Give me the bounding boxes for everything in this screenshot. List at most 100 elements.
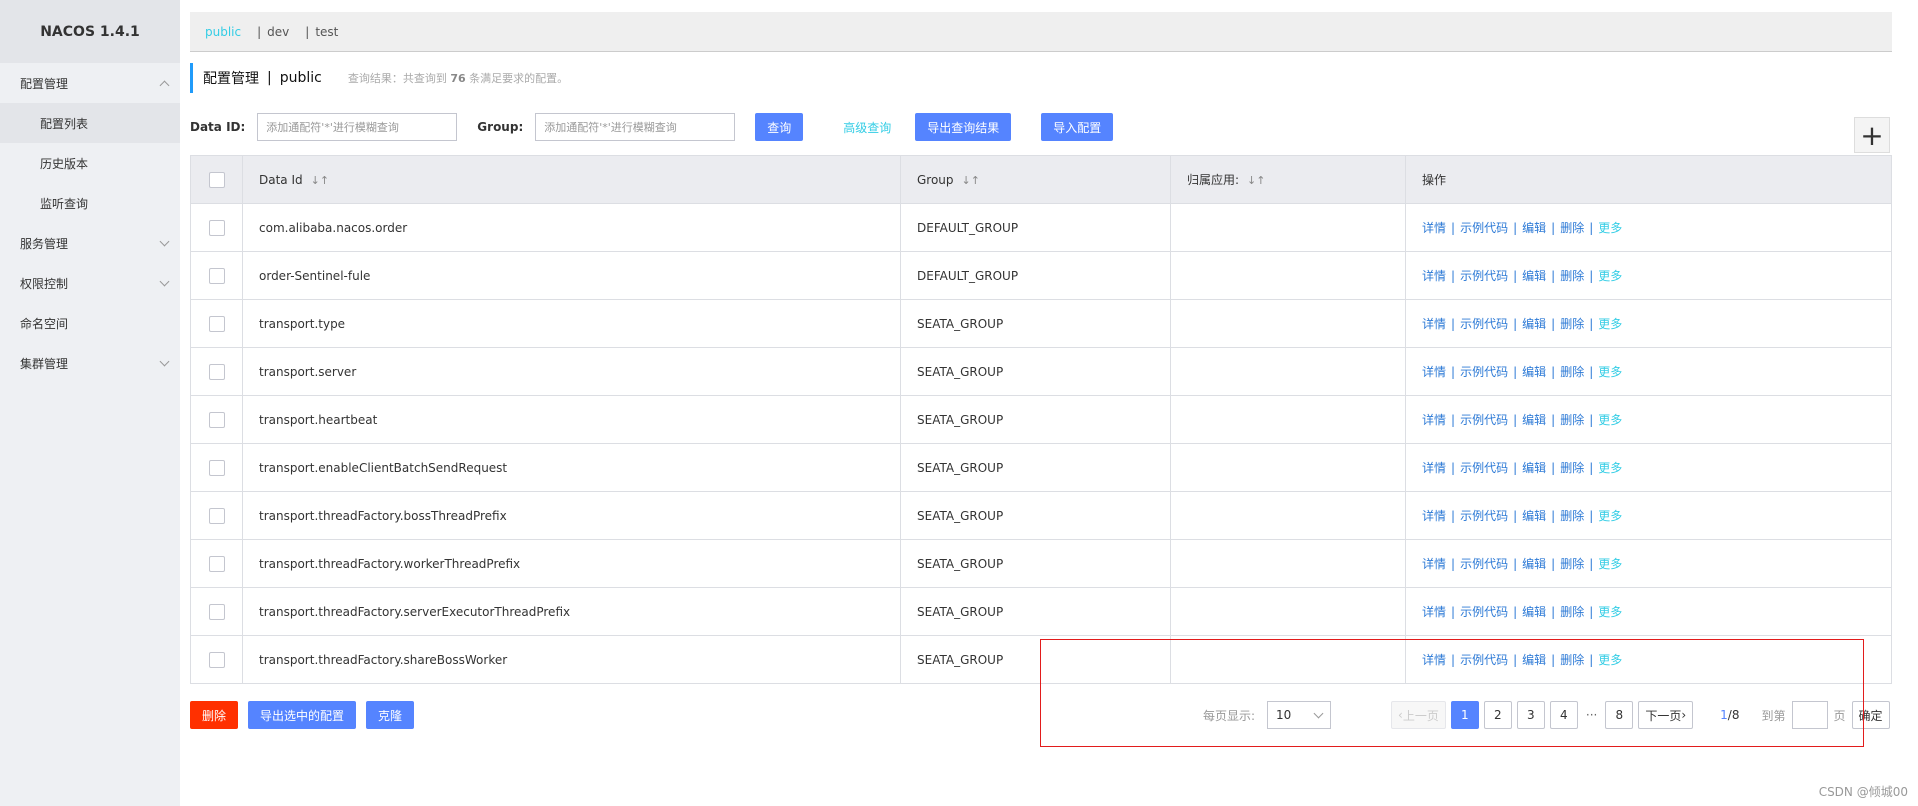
sidebar-item-history[interactable]: 历史版本 bbox=[0, 143, 180, 183]
op-separator: | bbox=[1551, 605, 1556, 619]
sample-link[interactable]: 示例代码 bbox=[1460, 269, 1508, 283]
row-checkbox[interactable] bbox=[209, 507, 225, 524]
clone-button[interactable]: 克隆 bbox=[366, 701, 415, 729]
page-button[interactable]: 1 bbox=[1450, 701, 1479, 729]
page-button[interactable]: 4 bbox=[1549, 701, 1578, 729]
more-link[interactable]: 更多 bbox=[1598, 269, 1622, 283]
more-link[interactable]: 更多 bbox=[1598, 509, 1622, 523]
sidebar-item-namespace[interactable]: 命名空间 bbox=[0, 303, 180, 343]
sidebar-item-service-management[interactable]: 服务管理 bbox=[0, 223, 180, 263]
sample-link[interactable]: 示例代码 bbox=[1460, 509, 1508, 523]
sort-icon[interactable]: ↓↑ bbox=[962, 174, 980, 187]
delete-link[interactable]: 删除 bbox=[1560, 509, 1584, 523]
dataid-search-input[interactable]: 添加通配符'*'进行模糊查询 bbox=[257, 113, 458, 141]
more-link[interactable]: 更多 bbox=[1598, 365, 1622, 379]
edit-link[interactable]: 编辑 bbox=[1522, 221, 1546, 235]
row-checkbox[interactable] bbox=[209, 459, 225, 476]
detail-link[interactable]: 详情 bbox=[1422, 269, 1446, 283]
detail-link[interactable]: 详情 bbox=[1422, 653, 1446, 667]
edit-link[interactable]: 编辑 bbox=[1522, 461, 1546, 475]
edit-link[interactable]: 编辑 bbox=[1522, 317, 1546, 331]
column-header-app[interactable]: 归属应用: ↓↑ bbox=[1170, 155, 1406, 204]
row-checkbox[interactable] bbox=[209, 555, 225, 572]
sample-link[interactable]: 示例代码 bbox=[1460, 653, 1508, 667]
sort-icon[interactable]: ↓↑ bbox=[1247, 174, 1265, 187]
sample-link[interactable]: 示例代码 bbox=[1460, 557, 1508, 571]
more-link[interactable]: 更多 bbox=[1598, 221, 1622, 235]
more-link[interactable]: 更多 bbox=[1598, 605, 1622, 619]
sidebar-item-config-list[interactable]: 配置列表 bbox=[0, 103, 180, 143]
next-page-button[interactable]: 下一页 › bbox=[1638, 701, 1694, 729]
sidebar-item-listener-query[interactable]: 监听查询 bbox=[0, 183, 180, 223]
row-checkbox[interactable] bbox=[209, 219, 225, 236]
plus-icon[interactable]: + bbox=[1854, 117, 1890, 153]
more-link[interactable]: 更多 bbox=[1598, 317, 1622, 331]
namespace-tab-dev[interactable]: dev bbox=[267, 25, 289, 39]
more-link[interactable]: 更多 bbox=[1598, 461, 1622, 475]
delete-link[interactable]: 删除 bbox=[1560, 365, 1584, 379]
sample-link[interactable]: 示例代码 bbox=[1460, 461, 1508, 475]
group-search-input[interactable]: 添加通配符'*'进行模糊查询 bbox=[535, 113, 736, 141]
delete-link[interactable]: 删除 bbox=[1560, 221, 1584, 235]
edit-link[interactable]: 编辑 bbox=[1522, 413, 1546, 427]
sort-icon[interactable]: ↓↑ bbox=[311, 174, 329, 187]
column-header-dataid[interactable]: Data Id ↓↑ bbox=[242, 155, 901, 204]
detail-link[interactable]: 详情 bbox=[1422, 317, 1446, 331]
delete-link[interactable]: 删除 bbox=[1560, 413, 1584, 427]
query-button[interactable]: 查询 bbox=[755, 113, 804, 141]
advanced-query-link[interactable]: 高级查询 bbox=[843, 119, 891, 136]
delete-selected-button[interactable]: 删除 bbox=[190, 701, 239, 729]
sidebar-item-access-control[interactable]: 权限控制 bbox=[0, 263, 180, 303]
more-link[interactable]: 更多 bbox=[1598, 557, 1622, 571]
select-all-checkbox[interactable] bbox=[209, 171, 225, 188]
row-checkbox[interactable] bbox=[209, 363, 225, 380]
detail-link[interactable]: 详情 bbox=[1422, 221, 1446, 235]
row-checkbox[interactable] bbox=[209, 267, 225, 284]
sample-link[interactable]: 示例代码 bbox=[1460, 221, 1508, 235]
page-size-select[interactable]: 10 bbox=[1267, 701, 1332, 729]
jump-page-input[interactable] bbox=[1791, 701, 1828, 729]
namespace-tab-test[interactable]: test bbox=[315, 25, 338, 39]
prev-page-button[interactable]: ‹ 上一页 bbox=[1391, 701, 1446, 729]
delete-link[interactable]: 删除 bbox=[1560, 605, 1584, 619]
row-checkbox[interactable] bbox=[209, 603, 225, 620]
edit-link[interactable]: 编辑 bbox=[1522, 605, 1546, 619]
more-link[interactable]: 更多 bbox=[1598, 653, 1622, 667]
edit-link[interactable]: 编辑 bbox=[1522, 653, 1546, 667]
delete-link[interactable]: 删除 bbox=[1560, 317, 1584, 331]
delete-link[interactable]: 删除 bbox=[1560, 461, 1584, 475]
sample-link[interactable]: 示例代码 bbox=[1460, 365, 1508, 379]
row-checkbox[interactable] bbox=[209, 651, 225, 668]
export-query-results-button[interactable]: 导出查询结果 bbox=[915, 113, 1012, 141]
detail-link[interactable]: 详情 bbox=[1422, 365, 1446, 379]
import-config-button[interactable]: 导入配置 bbox=[1041, 113, 1114, 141]
column-header-group[interactable]: Group ↓↑ bbox=[900, 155, 1171, 204]
row-checkbox[interactable] bbox=[209, 315, 225, 332]
jump-confirm-button[interactable]: 确定 bbox=[1851, 701, 1890, 729]
detail-link[interactable]: 详情 bbox=[1422, 509, 1446, 523]
more-link[interactable]: 更多 bbox=[1598, 413, 1622, 427]
op-separator: | bbox=[1451, 413, 1456, 427]
edit-link[interactable]: 编辑 bbox=[1522, 557, 1546, 571]
sample-link[interactable]: 示例代码 bbox=[1460, 413, 1508, 427]
edit-link[interactable]: 编辑 bbox=[1522, 509, 1546, 523]
edit-link[interactable]: 编辑 bbox=[1522, 269, 1546, 283]
delete-link[interactable]: 删除 bbox=[1560, 557, 1584, 571]
sample-link[interactable]: 示例代码 bbox=[1460, 317, 1508, 331]
sidebar-item-cluster-management[interactable]: 集群管理 bbox=[0, 343, 180, 383]
page-button[interactable]: 3 bbox=[1516, 701, 1545, 729]
detail-link[interactable]: 详情 bbox=[1422, 413, 1446, 427]
export-selected-button[interactable]: 导出选中的配置 bbox=[248, 701, 357, 729]
detail-link[interactable]: 详情 bbox=[1422, 557, 1446, 571]
sidebar-item-config-management[interactable]: 配置管理 bbox=[0, 63, 180, 103]
edit-link[interactable]: 编辑 bbox=[1522, 365, 1546, 379]
delete-link[interactable]: 删除 bbox=[1560, 269, 1584, 283]
page-button[interactable]: 2 bbox=[1483, 701, 1512, 729]
namespace-tab-public[interactable]: public bbox=[205, 25, 241, 39]
delete-link[interactable]: 删除 bbox=[1560, 653, 1584, 667]
detail-link[interactable]: 详情 bbox=[1422, 461, 1446, 475]
sample-link[interactable]: 示例代码 bbox=[1460, 605, 1508, 619]
page-button[interactable]: 8 bbox=[1605, 701, 1634, 729]
row-checkbox[interactable] bbox=[209, 411, 225, 428]
detail-link[interactable]: 详情 bbox=[1422, 605, 1446, 619]
